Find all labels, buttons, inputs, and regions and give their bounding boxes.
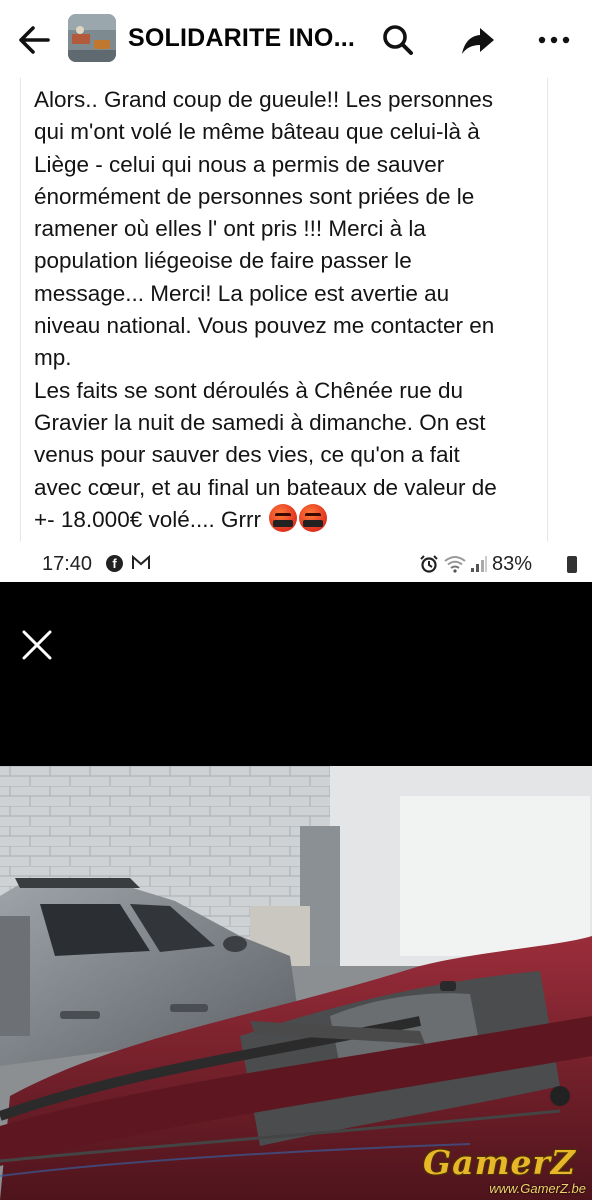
group-avatar[interactable] <box>68 14 116 62</box>
post-body: Alors.. Grand coup de gueule!! Les perso… <box>34 84 554 536</box>
watermark-brand: GamerZ <box>423 1143 576 1182</box>
search-button[interactable] <box>378 20 418 60</box>
watermark-url: www.GamerZ.be <box>489 1181 586 1196</box>
post-text: Alors.. Grand coup de gueule!! Les perso… <box>34 87 497 500</box>
search-icon <box>383 25 413 55</box>
angry-cursing-face-icon <box>269 503 298 532</box>
group-photo-thumbnail <box>68 14 116 62</box>
wifi-icon <box>444 556 466 573</box>
boat-photo[interactable] <box>0 766 592 1200</box>
alarm-icon <box>420 555 438 573</box>
embedded-status-bar: 17:40 f 83% <box>0 542 592 582</box>
photo-viewer-header <box>0 582 592 766</box>
battery-percent: 83% <box>492 553 533 575</box>
mail-icon <box>132 555 150 569</box>
watermark: GamerZ www.GamerZ.be <box>404 1143 590 1198</box>
arrow-left-icon <box>19 26 50 54</box>
facebook-icon: f <box>106 555 123 572</box>
share-button[interactable] <box>458 20 498 60</box>
close-icon <box>22 630 52 660</box>
battery-icon <box>567 556 577 573</box>
angry-cursing-face-icon <box>299 503 328 532</box>
back-button[interactable] <box>14 20 54 60</box>
status-time: 17:40 <box>42 553 93 575</box>
more-horizontal-icon <box>538 36 570 44</box>
post-last-line: +- 18.000€ volé.... Grrr <box>34 506 261 532</box>
signal-icon <box>471 556 487 572</box>
page-title[interactable]: SOLIDARITE INO... <box>128 24 355 53</box>
close-button[interactable] <box>18 626 56 664</box>
more-options-button[interactable] <box>534 20 574 60</box>
share-icon <box>462 28 494 54</box>
inflatable-boat-image <box>0 766 592 1200</box>
app-header: SOLIDARITE INO... <box>0 0 592 80</box>
